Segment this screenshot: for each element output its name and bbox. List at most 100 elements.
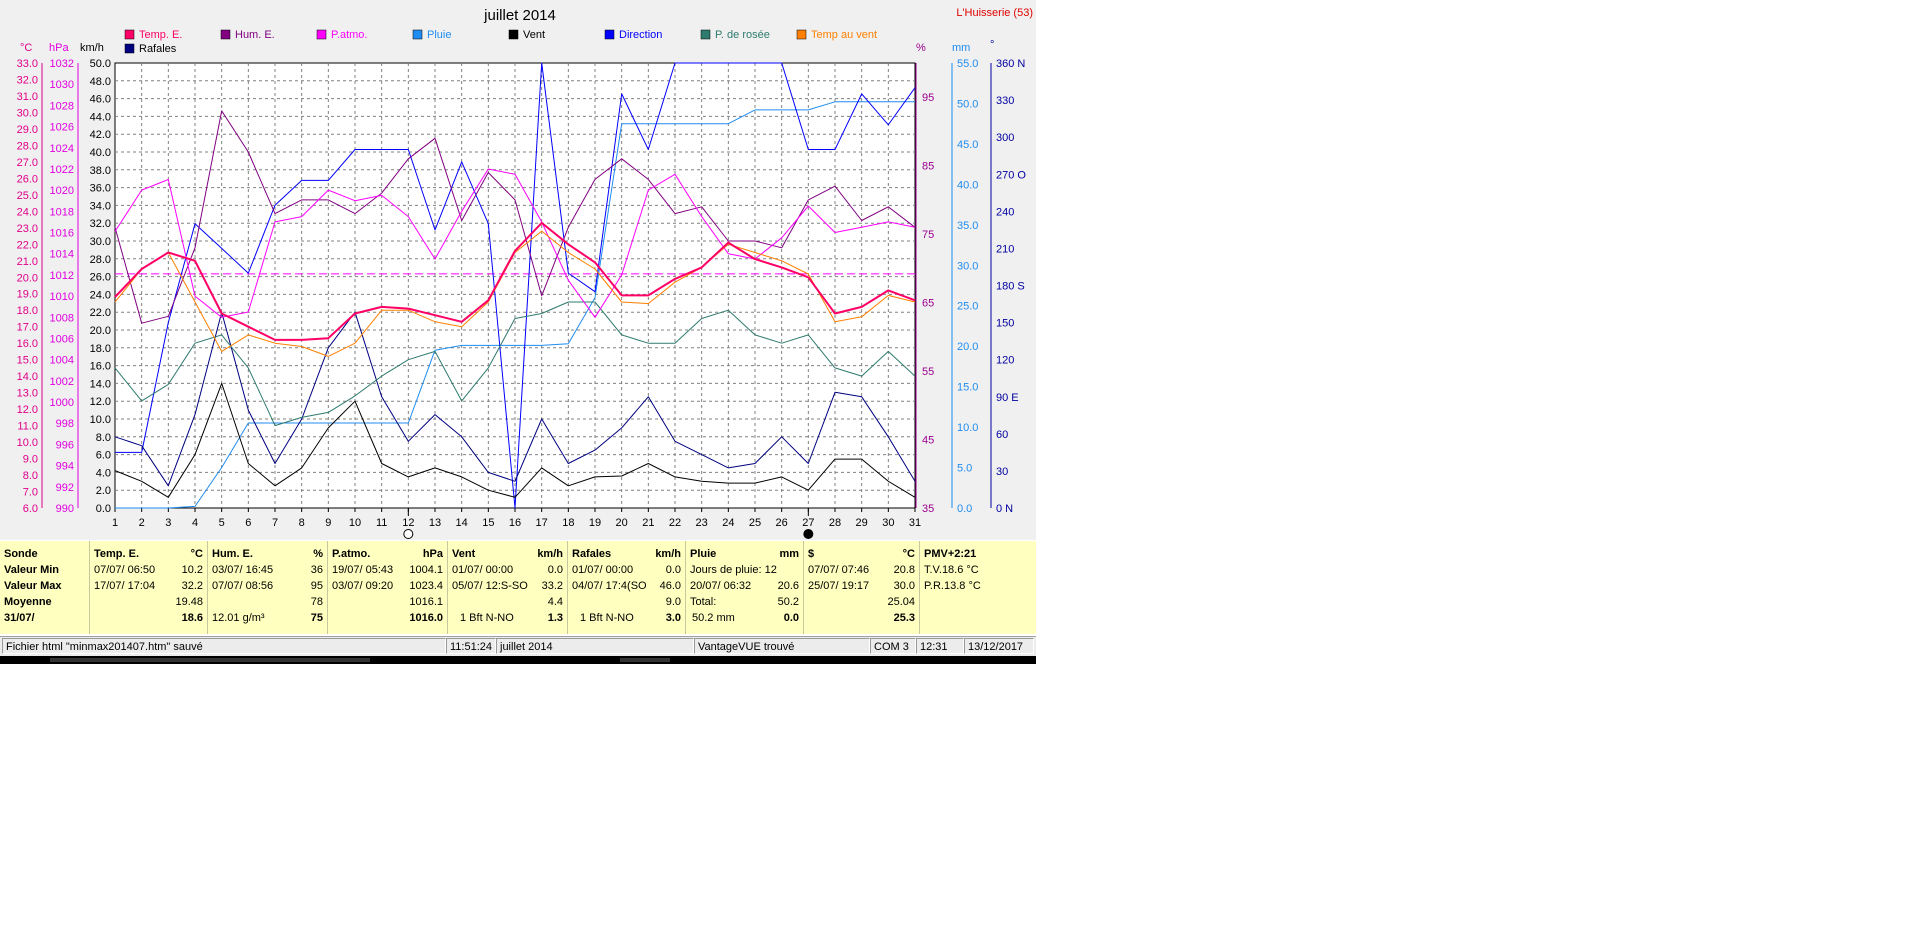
x-tick-label: 6 — [245, 517, 251, 529]
hum-last: 75 — [310, 612, 323, 624]
hpa-axis-tick: 1004 — [50, 355, 74, 367]
temp-axis-tick: 12.0 — [17, 404, 38, 416]
kmh-axis-tick: 42.0 — [90, 129, 111, 141]
ssec-min-ts: 07/07/ 07:46 — [808, 564, 870, 576]
mm-axis-tick: 50.0 — [957, 98, 978, 110]
temp-axis-tick: 29.0 — [17, 124, 38, 136]
vent-min-ts: 01/07/ 00:00 — [452, 564, 514, 576]
kmh-axis-tick: 48.0 — [90, 76, 111, 88]
mm-axis-tick: 30.0 — [957, 260, 978, 272]
kmh-axis-tick: 8.0 — [96, 432, 111, 444]
kmh-axis-tick: 34.0 — [90, 200, 111, 212]
x-tick-label: 1 — [112, 517, 118, 529]
ssec-unit: °C — [902, 548, 915, 560]
temp-min: 10.2 — [181, 564, 203, 576]
patmo-max: 1023.4 — [409, 580, 443, 592]
stats-vent-column: Vent km/h 01/07/ 00:00 0.0 05/07/ 12:S-SO 3… — [448, 541, 568, 634]
weather-app-window: 1 2 3 4 5 6 7 8 9 10 11 12 13 14 15 16 17 18 19 20 21 22 23 24 2… — [0, 0, 1036, 664]
x-tick-label: 30 — [882, 517, 894, 529]
patmo-max-ts: 03/07/ 09:20 — [332, 580, 394, 592]
rafales-min-ts: 01/07/ 00:00 — [572, 564, 634, 576]
deg-axis-tick: 90 E — [996, 392, 1019, 404]
patmo-min-ts: 19/07/ 05:43 — [332, 564, 394, 576]
deg-axis-tick: 330 — [996, 95, 1014, 107]
temp-max: 32.2 — [181, 580, 203, 592]
hpa-axis-tick: 1010 — [50, 291, 74, 303]
pluie-total-label: Total: — [690, 596, 717, 608]
stats-hum-column: Hum. E.% 03/07/ 16:45 36 07/07/ 08:56 95 7… — [208, 541, 328, 634]
hpa-axis-unit: hPa — [49, 42, 69, 54]
hum-min: 36 — [310, 564, 323, 576]
temp-axis-tick: 8.0 — [23, 470, 38, 482]
hpa-axis-tick: 992 — [56, 482, 74, 494]
temp-axis-tick: 11.0 — [17, 421, 38, 433]
legend-label: Direction — [619, 29, 662, 41]
chart-title: juillet 2014 — [483, 7, 556, 24]
x-tick-label: 17 — [536, 517, 548, 529]
pluie-total: 50.2 — [777, 596, 799, 608]
kmh-axis-tick: 12.0 — [90, 396, 111, 408]
stats-patmo-column: P.atmo. hPa 19/07/ 05:43 1004.1 03/07/ 09:… — [328, 541, 448, 634]
row-header-min: Valeur Min — [4, 564, 60, 576]
legend-label: Hum. E. — [235, 29, 275, 41]
x-tick-label: 4 — [192, 517, 198, 529]
x-tick-label: 5 — [219, 517, 225, 529]
station-name: L'Huisserie (53) — [956, 7, 1033, 19]
deg-axis-tick: 150 — [996, 318, 1014, 330]
legend-swatch — [124, 29, 135, 40]
temp-axis-tick: 27.0 — [17, 157, 38, 169]
kmh-axis-tick: 44.0 — [90, 111, 111, 123]
chart-area: 1 2 3 4 5 6 7 8 9 10 11 12 13 14 15 16 17 18 19 20 21 22 23 24 2… — [0, 0, 1036, 540]
legend-swatch — [124, 43, 135, 54]
kmh-axis-tick: 24.0 — [90, 289, 111, 301]
temp-axis-tick: 15.0 — [17, 355, 38, 367]
row-header-date: 31/07/ — [4, 612, 35, 624]
hpa-axis-tick: 1028 — [50, 100, 74, 112]
temp-axis-tick: 28.0 — [17, 140, 38, 152]
temp-axis-tick: 33.0 — [17, 58, 38, 70]
x-tick-label: 16 — [509, 517, 521, 529]
temp-axis-tick: 20.0 — [17, 272, 38, 284]
x-tick-label: 29 — [856, 517, 868, 529]
temp-axis-tick: 31.0 — [17, 91, 38, 103]
pmv-title: PMV+2:21 — [924, 548, 977, 560]
hum-max-ts: 07/07/ 08:56 — [212, 580, 274, 592]
mm-axis-tick: 45.0 — [957, 139, 978, 151]
kmh-axis-tick: 14.0 — [90, 378, 111, 390]
status-clock: 12:31 — [916, 638, 964, 654]
hum-title: Hum. E. — [212, 548, 253, 560]
x-tick-label: 15 — [482, 517, 494, 529]
mm-axis-tick: 55.0 — [957, 58, 978, 70]
kmh-axis-tick: 22.0 — [90, 307, 111, 319]
patmo-avg: 1016.1 — [409, 596, 443, 608]
status-port: COM 3 — [870, 638, 916, 654]
vent-last: 1.3 — [547, 612, 563, 624]
x-tick-label: 24 — [722, 517, 734, 529]
rafales-beaufort: 1 Bft N-NO — [580, 612, 634, 624]
hum-abs: 12.01 g/m³ — [212, 612, 265, 624]
deg-axis-tick: 0 N — [996, 503, 1013, 515]
temp-axis-tick: 7.0 — [23, 487, 38, 499]
temp-axis-tick: 14.0 — [17, 371, 38, 383]
mm-axis-tick: 0.0 — [957, 503, 972, 515]
stats-temp-column: Temp. E. °C 07/07/ 06:50 10.2 17/07/ 17:04… — [90, 541, 208, 634]
kmh-axis-tick: 40.0 — [90, 147, 111, 159]
patmo-unit: hPa — [422, 548, 443, 560]
weather-chart: 1 2 3 4 5 6 7 8 9 10 11 12 13 14 15 16 17 18 19 20 21 22 23 24 2… — [17, 7, 1033, 539]
stats-panel: Sonde Valeur Min Valeur Max Moyenne 31/0… — [0, 541, 1036, 634]
x-tick-label: 7 — [272, 517, 278, 529]
row-header-max: Valeur Max — [4, 580, 62, 592]
pmv-pr: P.R.13.8 °C — [924, 580, 981, 592]
temp-axis-tick: 9.0 — [23, 454, 38, 466]
vent-max-ts: 05/07/ 12:S-SO — [452, 580, 528, 592]
kmh-axis-tick: 6.0 — [96, 450, 111, 462]
status-period: juillet 2014 — [496, 638, 694, 654]
temp-axis-tick: 19.0 — [17, 289, 38, 301]
status-file: Fichier html "minmax201407.htm" sauvé — [2, 638, 446, 654]
legend-label: Rafales — [139, 43, 177, 55]
x-tick-label: 19 — [589, 517, 601, 529]
deg-axis-tick: 210 — [996, 243, 1014, 255]
temp-last: 18.6 — [181, 612, 203, 624]
kmh-axis-tick: 46.0 — [90, 94, 111, 106]
temp-axis-tick: 26.0 — [17, 173, 38, 185]
